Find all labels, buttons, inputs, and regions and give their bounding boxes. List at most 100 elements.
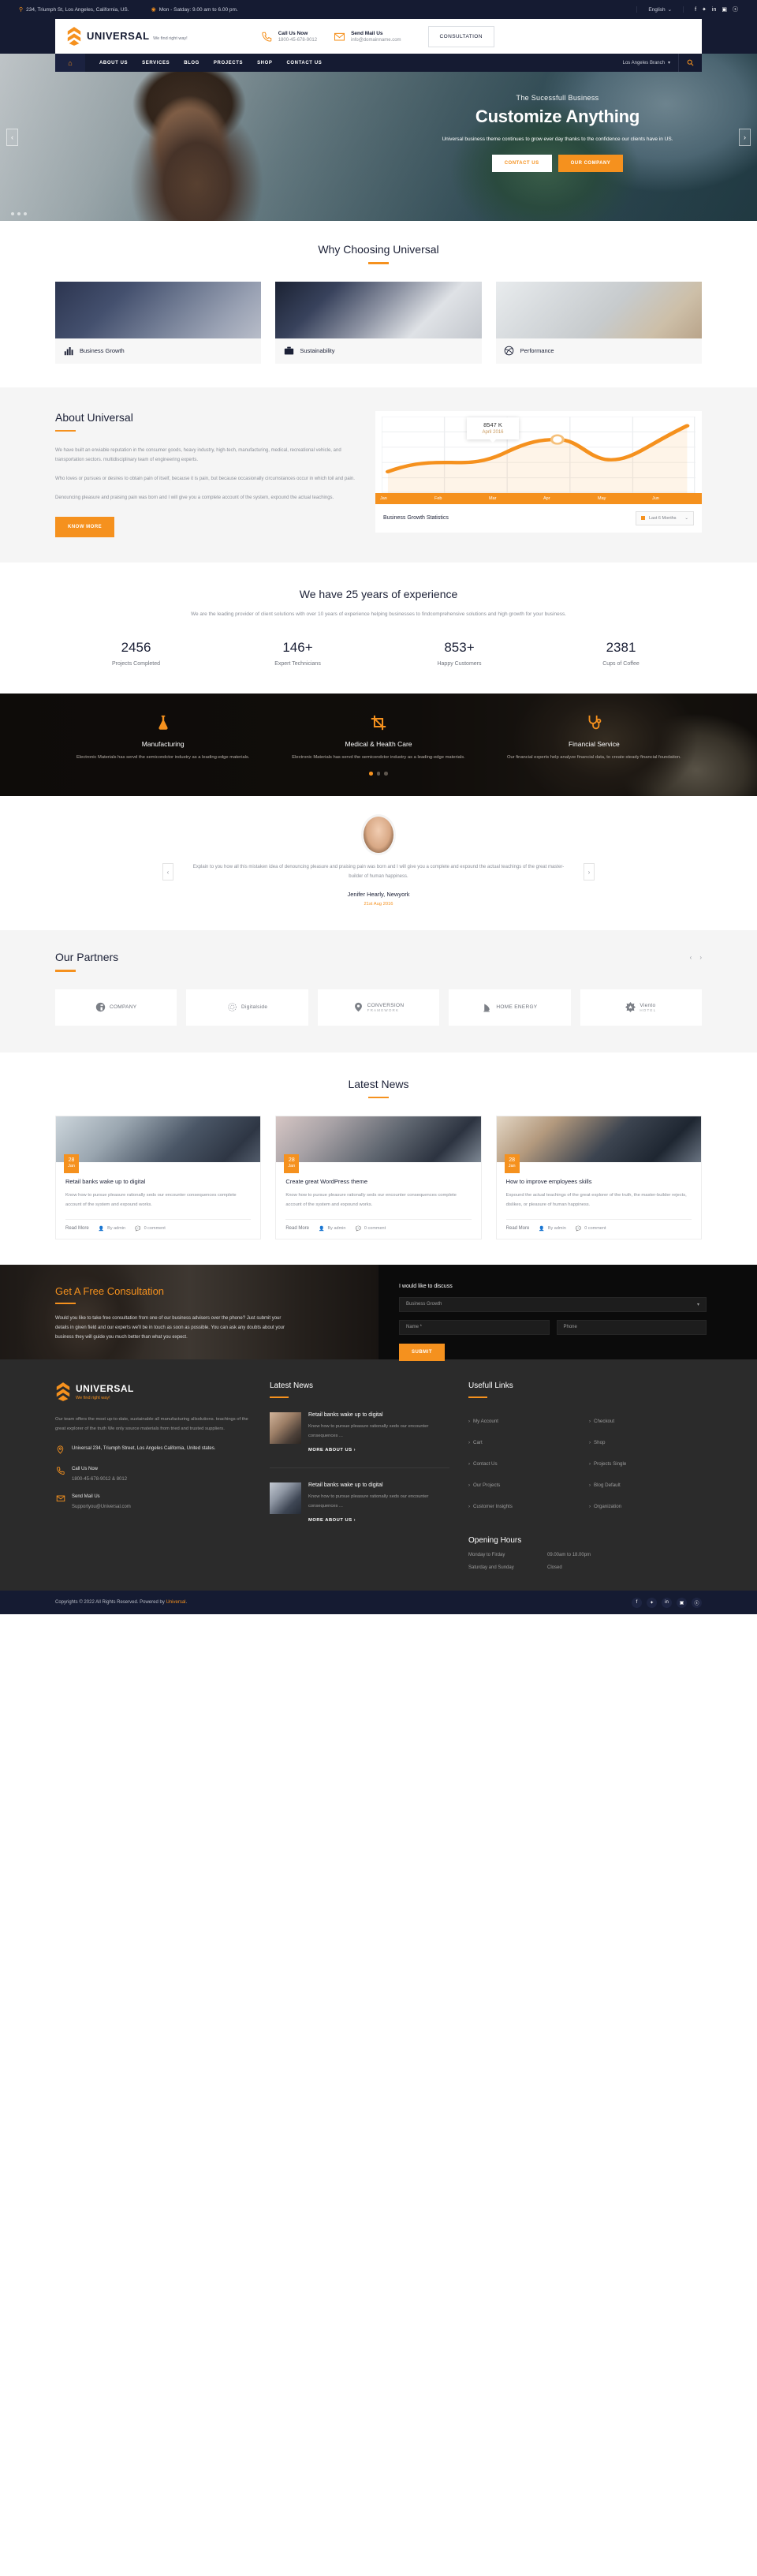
home-icon[interactable]: ⌂ (55, 54, 85, 72)
twitter-icon[interactable]: ✦ (702, 6, 707, 13)
service-item[interactable]: Manufacturing Electronic Materials has s… (55, 712, 270, 762)
copyright-brand[interactable]: Universal (166, 1600, 186, 1605)
list-item[interactable]: › Contact Us (468, 1455, 581, 1469)
testimonial-prev-arrow[interactable]: ‹ (162, 863, 173, 881)
footer-mail-value: Supportyou@Universal.com (72, 1505, 131, 1510)
news-title[interactable]: Retail banks wake up to digital (65, 1178, 251, 1185)
footer-news-item[interactable]: Retail banks wake up to digital Know how… (270, 1482, 449, 1525)
header-mail-block[interactable]: Send Mail Us info@domainname.com (333, 30, 416, 43)
footer-logo[interactable]: UNIVERSAL We find right way! (55, 1381, 251, 1402)
partner-logo[interactable]: Digitalside (186, 989, 308, 1026)
partners-next-arrow[interactable]: › (699, 954, 702, 961)
nav-item-projects[interactable]: PROJECTS (207, 61, 250, 65)
list-item[interactable]: › My Account (468, 1412, 581, 1426)
header-call-block[interactable]: Call Us Now 1800-45-678-9012 (260, 30, 333, 43)
language-selector[interactable]: English ⌄ (636, 6, 684, 13)
partner-logo[interactable]: CONVERSION FRAMEWORK (317, 989, 440, 1026)
list-item[interactable]: › Customer Insights (468, 1497, 581, 1512)
news-read-more[interactable]: Read More (285, 1226, 309, 1231)
skype-icon[interactable]: ⓢ (733, 6, 738, 13)
nav-item-about-us[interactable]: ABOUT US (92, 61, 135, 65)
news-card[interactable]: 28 Jan Create great WordPress theme Know… (275, 1116, 482, 1239)
partner-logo[interactable]: Viento HOTEL (580, 989, 703, 1026)
list-item[interactable]: › Checkout (589, 1412, 702, 1426)
list-item[interactable]: › Shop (589, 1434, 702, 1448)
footer-socials[interactable]: f ✦ in ▣ ⓢ (632, 1597, 702, 1608)
chevron-right-icon: › (589, 1505, 591, 1510)
logo[interactable]: UNIVERSAL We find right way! (66, 26, 188, 47)
hero-next-arrow[interactable]: › (739, 129, 751, 146)
footer-news-more-link[interactable]: MORE ABOUT US › (308, 1448, 356, 1453)
news-title[interactable]: Create great WordPress theme (285, 1178, 471, 1185)
news-excerpt: Know how to pursue pleasure rationally s… (65, 1193, 237, 1207)
testimonial-next-arrow[interactable]: › (584, 863, 595, 881)
chevron-right-icon: › (468, 1505, 470, 1510)
phone-field[interactable]: Phone (556, 1319, 707, 1335)
footer-news-title[interactable]: Retail banks wake up to digital (308, 1482, 449, 1488)
feature-card[interactable]: Business Growth (55, 281, 262, 364)
footer-link-blog-default[interactable]: Blog Default (594, 1482, 621, 1488)
hours-days: Saturday and Sunday (468, 1565, 514, 1571)
footer-link-checkout[interactable]: Checkout (594, 1419, 614, 1424)
facebook-icon[interactable]: f (695, 7, 696, 13)
linkedin-icon[interactable]: in (712, 7, 716, 13)
services-pagination-dots[interactable] (0, 772, 757, 776)
footer-news-title[interactable]: Retail banks wake up to digital (308, 1412, 449, 1418)
footer-link-our-projects[interactable]: Our Projects (473, 1482, 500, 1488)
hero-our-company-button[interactable]: OUR COMPANY (557, 155, 624, 173)
topbar-socials[interactable]: f ✦ in ▣ ⓢ (684, 6, 738, 13)
facebook-icon[interactable]: f (632, 1597, 642, 1608)
hero-contact-us-button[interactable]: CONTACT US (491, 155, 552, 173)
testimonial-section: ‹ Explain to you how all this mistaken i… (0, 796, 757, 931)
footer-link-projects-single[interactable]: Projects Single (594, 1461, 626, 1467)
footer-link-cart[interactable]: Cart (473, 1440, 483, 1445)
skype-icon[interactable]: ⓢ (692, 1597, 702, 1608)
footer-news-item[interactable]: Retail banks wake up to digital Know how… (270, 1412, 449, 1455)
partners-prev-arrow[interactable]: ‹ (690, 954, 692, 961)
list-item[interactable]: › Our Projects (468, 1476, 581, 1490)
service-item[interactable]: Financial Service Our financial experts … (487, 712, 702, 762)
vimeo-icon[interactable]: ▣ (677, 1597, 687, 1608)
chart-range-select[interactable]: Last 6 Months ⌄ (636, 510, 694, 525)
nav-item-services[interactable]: SERVICES (135, 61, 177, 65)
hero-prev-arrow[interactable]: ‹ (6, 129, 18, 146)
news-read-more[interactable]: Read More (65, 1226, 89, 1231)
news-read-more[interactable]: Read More (506, 1226, 530, 1231)
hero-pagination-dots[interactable] (11, 212, 27, 215)
news-card[interactable]: 28 Jan How to improve employees skills E… (495, 1116, 702, 1239)
dot-active[interactable] (369, 772, 373, 776)
nav-item-blog[interactable]: BLOG (177, 61, 207, 65)
list-item[interactable]: › Cart (468, 1434, 581, 1448)
nav-item-shop[interactable]: SHOP (250, 61, 279, 65)
list-item[interactable]: › Organization (589, 1497, 702, 1512)
footer-news-more-link[interactable]: MORE ABOUT US › (308, 1518, 356, 1523)
feature-card[interactable]: Sustainability (275, 281, 482, 364)
submit-button[interactable]: SUBMIT (399, 1343, 445, 1361)
footer-link-contact-us[interactable]: Contact Us (473, 1461, 498, 1467)
service-item[interactable]: Medical & Health Care Electronic Materia… (270, 712, 486, 762)
branch-selector[interactable]: Los Angeles Branch ▾ (623, 60, 678, 66)
consultation-button[interactable]: CONSULTATION (427, 25, 494, 47)
news-title[interactable]: How to improve employees skills (506, 1178, 692, 1185)
partner-logo[interactable]: HOME ENERGY (449, 989, 571, 1026)
chart-range-value: Last 6 Months (649, 515, 677, 521)
know-more-button[interactable]: KNOW MORE (55, 517, 115, 537)
name-field[interactable]: Name * (399, 1319, 550, 1335)
footer-link-organization[interactable]: Organization (594, 1504, 621, 1509)
dot[interactable] (376, 772, 381, 776)
footer-link-my-account[interactable]: My Account (473, 1419, 498, 1424)
footer-link-customer-insights[interactable]: Customer Insights (473, 1504, 513, 1509)
footer-link-shop[interactable]: Shop (594, 1440, 605, 1445)
list-item[interactable]: › Projects Single (589, 1455, 702, 1469)
discuss-topic-select[interactable]: Business Growth ▾ (399, 1296, 707, 1312)
news-card[interactable]: 28 Jan Retail banks wake up to digital K… (55, 1116, 262, 1239)
partner-logo[interactable]: COMPANY (55, 989, 177, 1026)
dot[interactable] (384, 772, 388, 776)
feature-card[interactable]: Performance (495, 281, 702, 364)
twitter-icon[interactable]: ✦ (647, 1597, 657, 1608)
vimeo-icon[interactable]: ▣ (722, 6, 727, 13)
linkedin-icon[interactable]: in (662, 1597, 672, 1608)
list-item[interactable]: › Blog Default (589, 1476, 702, 1490)
nav-item-contact-us[interactable]: CONTACT US (279, 61, 329, 65)
search-icon[interactable] (678, 54, 702, 72)
